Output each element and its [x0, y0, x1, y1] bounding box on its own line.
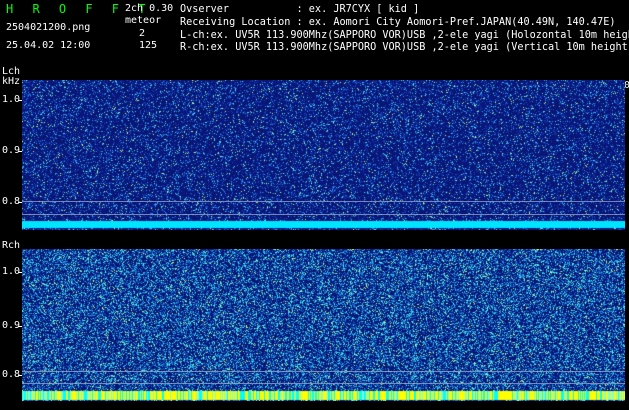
y-tick-mark — [18, 202, 22, 203]
y-tick-mark — [18, 375, 22, 376]
observer-line: Ovserver : ex. JR7CYX [ kid ] — [180, 4, 420, 15]
meteor-count-lch: 2 — [139, 28, 146, 39]
meteor-label: meteor — [125, 15, 162, 26]
rch-marker-line-1 — [22, 371, 625, 372]
y-tick-mark — [18, 272, 22, 273]
y-tick-mark — [18, 326, 22, 327]
hroft-spectrogram-window: H R O F F T 2504021200.png 25.04.02 12:0… — [0, 0, 629, 410]
location-line: Receiving Location : ex. Aomori City Aom… — [180, 17, 616, 28]
datetime-label: 25.04.02 12:00 — [6, 40, 91, 51]
rch-config-line: R-ch:ex. UV5R 113.900Mhz(SAPPORO VOR)USB… — [180, 42, 629, 53]
rch-marker-line-2 — [22, 383, 625, 384]
rch-label: Rch — [2, 240, 21, 251]
meteor-count-rch: 125 — [139, 40, 158, 51]
lch-unit-label: kHz — [2, 76, 21, 87]
lch-marker-line-2 — [22, 214, 625, 215]
lch-marker-line-1 — [22, 201, 625, 202]
lch-config-line: L-ch:ex. UV5R 113.900Mhz(SAPPORO VOR)USB… — [180, 30, 629, 41]
rch-spectrogram — [22, 249, 625, 401]
lch-spectrogram — [22, 80, 625, 230]
mode-label: 2ch 0.30 — [125, 3, 174, 14]
y-tick-mark — [18, 151, 22, 152]
filename-label: 2504021200.png — [6, 22, 91, 33]
y-tick-mark — [18, 100, 22, 101]
